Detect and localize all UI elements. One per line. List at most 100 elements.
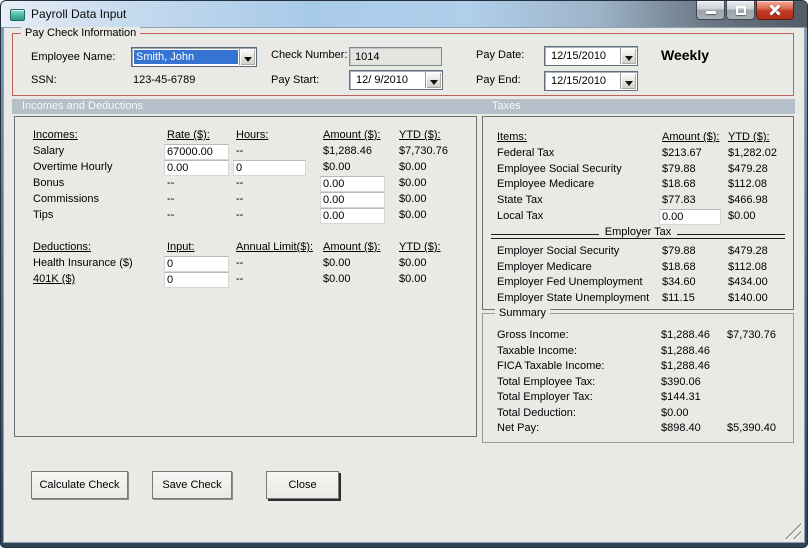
paycheck-info-legend: Pay Check Information xyxy=(21,27,141,39)
tax-ytd: $0.00 xyxy=(728,210,756,222)
income-amount: $1,288.46 xyxy=(323,145,372,157)
income-ytd: $0.00 xyxy=(399,161,427,173)
col-header: YTD ($): xyxy=(399,129,441,141)
tax-row-employer-state-unemp: Employer State Unemployment $11.15 $140.… xyxy=(483,292,793,307)
income-hours: -- xyxy=(236,145,244,157)
employer-tax-divider: Employer Tax xyxy=(491,223,785,239)
tax-label: State Tax xyxy=(497,194,543,206)
ssn-label: SSN: xyxy=(31,74,57,86)
tax-ytd: $112.08 xyxy=(728,178,767,190)
summary-label: Taxable Income: xyxy=(497,345,578,357)
tax-ytd: $434.00 xyxy=(728,276,768,288)
tax-row-federal: Federal Tax $213.67 $1,282.02 xyxy=(483,147,793,162)
pay-start-datepicker[interactable]: 12/ 9/2010 xyxy=(349,70,443,90)
close-dialog-button[interactable]: Close xyxy=(266,471,339,499)
overtime-hours-input[interactable] xyxy=(233,160,306,176)
deduction-limit: -- xyxy=(236,273,244,285)
incomes-deductions-panel: Incomes: Rate ($): Hours: Amount ($): YT… xyxy=(14,116,477,437)
deduction-amount: $0.00 xyxy=(323,257,351,269)
taxes-panel: Items: Amount ($): YTD ($): Federal Tax … xyxy=(482,116,794,310)
check-number-label: Check Number: xyxy=(271,49,348,61)
pay-end-dropdown-button[interactable] xyxy=(620,73,636,89)
commissions-amount-input[interactable] xyxy=(320,192,385,208)
tax-amount: $18.68 xyxy=(662,178,696,190)
chevron-down-icon xyxy=(429,80,438,89)
col-header: Amount ($): xyxy=(323,241,381,253)
check-number-field[interactable]: 1014 xyxy=(349,47,442,66)
save-check-button[interactable]: Save Check xyxy=(152,471,232,499)
maximize-button[interactable] xyxy=(726,1,755,20)
chevron-down-icon xyxy=(624,56,633,65)
col-header: YTD ($): xyxy=(399,241,441,253)
pay-date-datepicker[interactable]: 12/15/2010 xyxy=(544,46,638,66)
col-header: Rate ($): xyxy=(167,129,210,141)
pay-end-datepicker[interactable]: 12/15/2010 xyxy=(544,71,638,91)
salary-rate-input[interactable] xyxy=(164,144,229,160)
summary-legend: Summary xyxy=(495,307,551,319)
income-hours: -- xyxy=(236,177,244,189)
tax-row-employer-medicare: Employer Medicare $18.68 $112.08 xyxy=(483,261,793,276)
incomes-section-header: Incomes and Deductions xyxy=(22,100,144,112)
tax-amount: $79.88 xyxy=(662,245,696,257)
income-label: Commissions xyxy=(33,193,100,205)
tax-amount: $11.15 xyxy=(662,292,695,304)
close-icon xyxy=(757,1,793,19)
tax-ytd: $479.28 xyxy=(728,245,768,257)
summary-amount: $1,288.46 xyxy=(661,329,710,341)
pay-start-value: 12/ 9/2010 xyxy=(356,74,408,86)
caption-buttons xyxy=(695,1,794,20)
col-header: Incomes: xyxy=(33,129,78,141)
pay-start-dropdown-button[interactable] xyxy=(425,72,441,88)
summary-amount: $390.06 xyxy=(661,376,701,388)
tax-label: Employer Fed Unemployment xyxy=(497,276,643,288)
tax-row-emp-ss: Employee Social Security $79.88 $479.28 xyxy=(483,163,793,178)
deduction-amount: $0.00 xyxy=(323,273,351,285)
close-button[interactable] xyxy=(756,1,794,20)
tips-amount-input[interactable] xyxy=(320,208,385,224)
income-amount: $0.00 xyxy=(323,161,351,173)
income-ytd: $7,730.76 xyxy=(399,145,448,157)
pay-start-label: Pay Start: xyxy=(271,74,320,86)
income-label: Bonus xyxy=(33,177,65,189)
overtime-rate-input[interactable] xyxy=(164,160,229,176)
pay-date-dropdown-button[interactable] xyxy=(620,48,636,64)
summary-row-emp-tax: Total Employee Tax: $390.06 xyxy=(483,376,793,391)
401k-input[interactable] xyxy=(164,272,229,288)
col-header: Deductions: xyxy=(33,241,92,253)
tax-amount: $79.88 xyxy=(662,163,696,175)
income-hours: -- xyxy=(236,193,244,205)
tax-ytd: $1,282.02 xyxy=(728,147,777,159)
deduction-row-401k: 401K ($) -- $0.00 $0.00 xyxy=(15,272,476,288)
income-row-tips: Tips -- -- $0.00 xyxy=(15,208,476,224)
summary-ytd: $5,390.40 xyxy=(727,422,776,434)
tax-label: Employer State Unemployment xyxy=(497,292,650,304)
bonus-amount-input[interactable] xyxy=(320,176,385,192)
chevron-down-icon xyxy=(624,81,633,90)
summary-row-employer-tax: Total Employer Tax: $144.31 xyxy=(483,391,793,406)
tax-label: Employer Medicare xyxy=(497,261,592,273)
deduction-401k-link[interactable]: 401K ($) xyxy=(33,273,75,285)
income-hours: -- xyxy=(236,209,244,221)
col-header: YTD ($): xyxy=(728,131,770,143)
income-label: Salary xyxy=(33,145,65,157)
minimize-button[interactable] xyxy=(696,1,725,20)
pay-end-label: Pay End: xyxy=(476,74,521,86)
chevron-down-icon xyxy=(243,57,252,66)
calculate-check-button[interactable]: Calculate Check xyxy=(31,471,128,499)
tax-ytd: $466.98 xyxy=(728,194,768,206)
employee-name-dropdown-button[interactable] xyxy=(239,49,255,65)
summary-row-fica: FICA Taxable Income: $1,288.46 xyxy=(483,360,793,375)
title-bar[interactable]: Payroll Data Input xyxy=(1,1,807,28)
summary-group: Summary Gross Income: $1,288.46 $7,730.7… xyxy=(482,307,794,443)
tax-row-state: State Tax $77.83 $466.98 xyxy=(483,194,793,209)
employer-tax-divider-label: Employer Tax xyxy=(604,226,672,238)
health-insurance-input[interactable] xyxy=(164,256,229,272)
resize-grip[interactable] xyxy=(783,521,801,539)
client-area: Pay Check Information Employee Name: Smi… xyxy=(4,27,804,542)
section-header-bar: Incomes and Deductions Taxes xyxy=(12,99,795,114)
summary-row-net-pay: Net Pay: $898.40 $5,390.40 xyxy=(483,422,793,437)
summary-label: Total Employee Tax: xyxy=(497,376,596,388)
employee-name-combobox[interactable]: Smith, John xyxy=(131,47,257,67)
income-row-commissions: Commissions -- -- $0.00 xyxy=(15,192,476,208)
summary-ytd: $7,730.76 xyxy=(727,329,776,341)
